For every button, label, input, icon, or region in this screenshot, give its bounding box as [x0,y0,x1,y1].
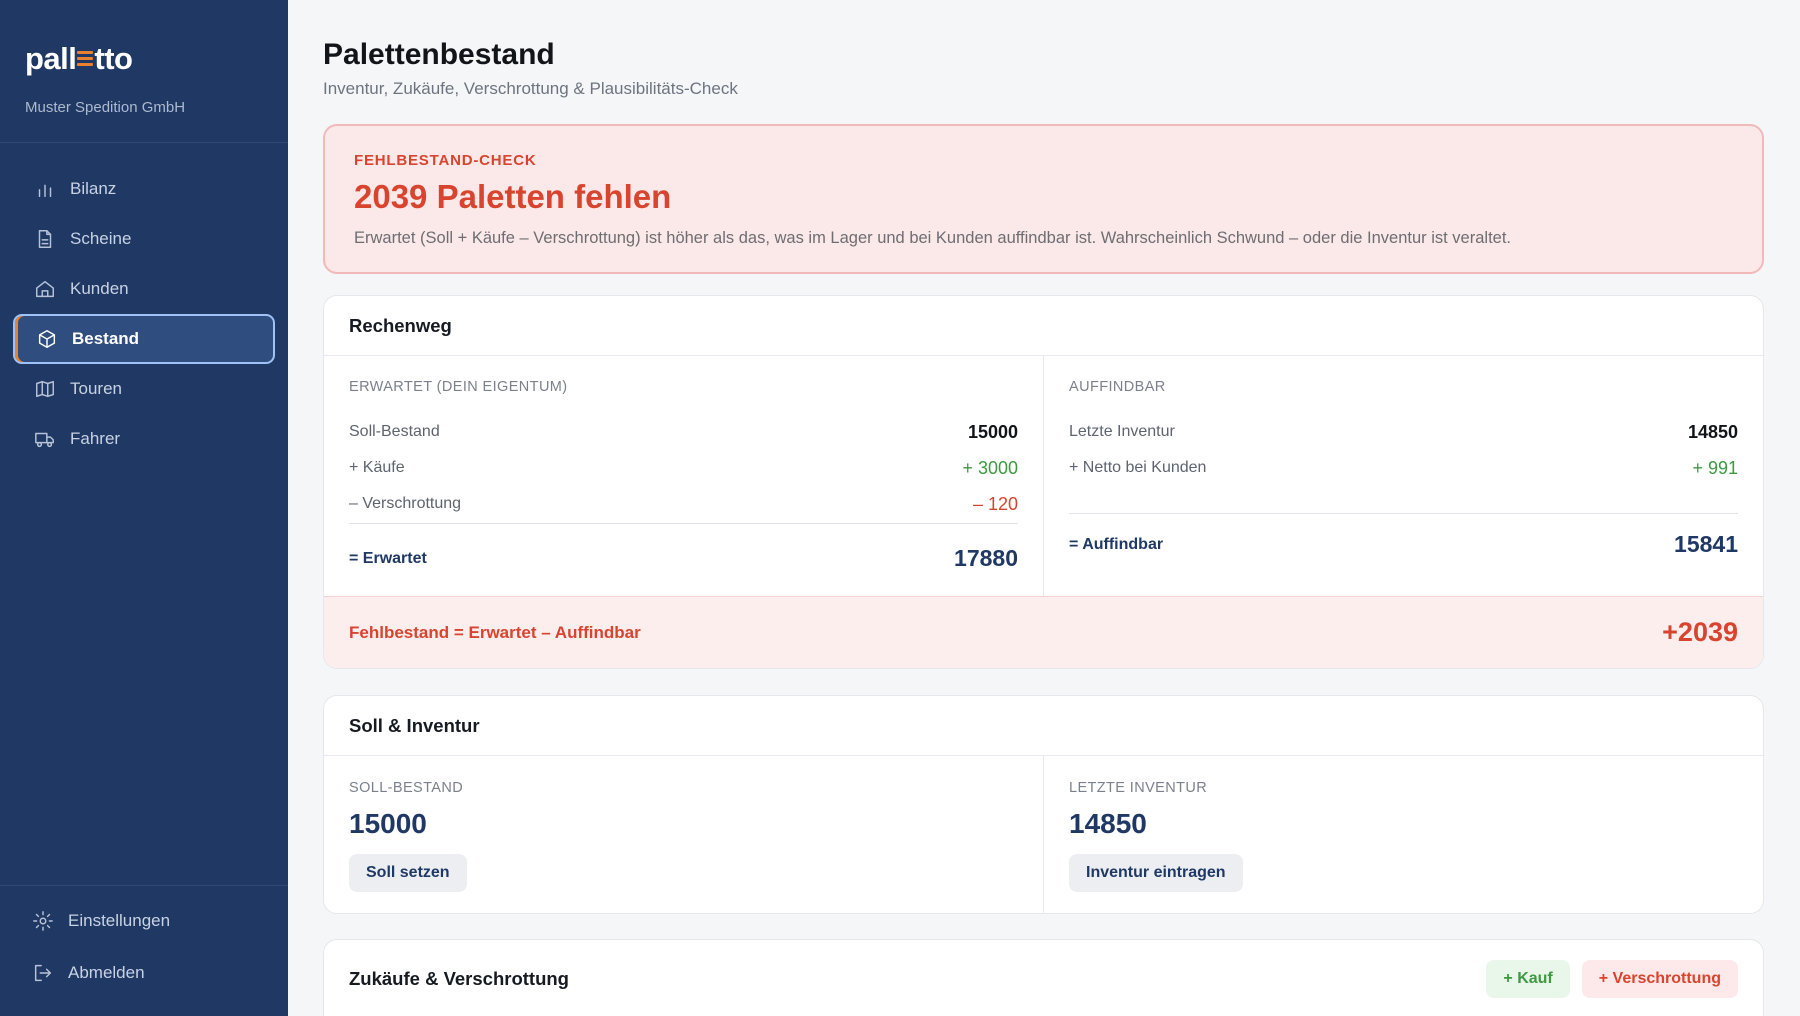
column-label: ERWARTET (DEIN EIGENTUM) [349,379,568,395]
page-title: Palettenbestand [323,38,555,71]
sidebar-item-label: Bestand [72,329,140,348]
sidebar-nav: Bilanz Scheine Kunden Bestand Touren Fah… [0,143,288,464]
card-title: Soll & Inventur [349,714,480,736]
soll-column: SOLL-BESTAND 15000 Soll setzen [324,756,1043,913]
sidebar-item-label: Scheine [70,229,132,248]
findable-column: AUFFINDBAR Letzte Inventur 14850 + Netto… [1043,356,1763,596]
sidebar-item-label: Touren [70,379,122,398]
calc-row: Soll-Bestand 15000 [349,414,1018,450]
row-value: 15000 [967,421,1018,442]
calc-row: – Verschrottung – 120 [349,486,1018,522]
page-subtitle: Inventur, Zukäufe, Verschrottung & Plaus… [323,79,738,98]
sidebar-item-label: Abmelden [68,963,145,982]
total-value: 17880 [954,545,1018,571]
logo-text-right: tto [94,41,133,76]
document-icon [34,228,56,250]
truck-icon [34,428,56,450]
sidebar-item-kunden[interactable]: Kunden [13,264,275,314]
add-purchase-button[interactable]: + Kauf [1486,960,1570,998]
expected-column: ERWARTET (DEIN EIGENTUM) Soll-Bestand 15… [324,356,1043,596]
home-icon [34,278,56,300]
logo-text-left: pall [25,41,77,76]
logout-icon [32,962,54,984]
row-value: 14850 [1687,421,1738,442]
card-title: Zukäufe & Verschrottung [349,968,569,989]
findable-total: = Auffindbar 15841 [1069,513,1738,575]
pallet-logo-icon [77,50,94,70]
column-label: AUFFINDBAR [1069,379,1166,395]
bar-chart-icon [34,178,56,200]
logout-button[interactable]: Abmelden [13,947,275,999]
card-header: Soll & Inventur [324,696,1763,756]
sidebar-item-bilanz[interactable]: Bilanz [13,164,275,214]
logo[interactable]: pall tto [25,40,263,78]
sidebar-item-fahrer[interactable]: Fahrer [13,414,275,464]
inventur-column: LETZTE INVENTUR 14850 Inventur eintragen [1043,756,1763,913]
card-title: Rechenweg [349,314,452,336]
sidebar-item-einstellungen[interactable]: Einstellungen [13,895,275,947]
calc-columns: ERWARTET (DEIN EIGENTUM) Soll-Bestand 15… [324,356,1763,596]
sidebar: pall tto Muster Spedition GmbH Bilanz Sc… [0,0,288,1016]
map-icon [34,378,56,400]
calc-row: Letzte Inventur 14850 [1069,414,1738,450]
column-label: SOLL-BESTAND [349,780,464,796]
add-scrap-button[interactable]: + Verschrottung [1581,960,1738,998]
total-value: 15841 [1674,531,1738,557]
sidebar-item-label: Bilanz [70,179,117,198]
row-label: Soll-Bestand [349,423,440,440]
card-header: Zukäufe & Verschrottung + Kauf + Verschr… [324,940,1763,1016]
soll-inventur-card: Soll & Inventur SOLL-BESTAND 15000 Soll … [323,695,1764,914]
sidebar-footer: Einstellungen Abmelden [0,885,288,1016]
card-header: Rechenweg [324,296,1763,356]
main-content: Palettenbestand Inventur, Zukäufe, Versc… [288,0,1800,1016]
row-label: – Verschrottung [349,495,462,512]
sidebar-item-bestand[interactable]: Bestand [13,314,275,364]
sidebar-item-label: Kunden [70,279,129,298]
calc-row: + Netto bei Kunden + 991 [1069,450,1738,486]
alert-text: Erwartet (Soll + Käufe – Verschrottung) … [354,229,1511,247]
card-actions: + Kauf + Verschrottung [1486,960,1738,998]
row-label: + Käufe [349,459,405,476]
row-label: Letzte Inventur [1069,423,1175,440]
sidebar-item-scheine[interactable]: Scheine [13,214,275,264]
sidebar-item-label: Einstellungen [68,911,171,930]
result-value: +2039 [1662,617,1738,647]
result-label: Fehlbestand = Erwartet – Auffindbar [349,622,641,642]
total-label: = Auffindbar [1069,535,1164,553]
alert-title: 2039 Paletten fehlen [354,178,672,215]
box-icon [36,328,58,350]
brand-area: pall tto Muster Spedition GmbH [0,0,288,143]
add-inventur-button[interactable]: Inventur eintragen [1069,854,1243,892]
rechenweg-card: Rechenweg ERWARTET (DEIN EIGENTUM) Soll-… [323,295,1764,669]
inventur-value: 14850 [1069,808,1147,839]
gear-icon [32,910,54,932]
set-soll-button[interactable]: Soll setzen [349,854,467,892]
column-label: LETZTE INVENTUR [1069,780,1208,796]
sidebar-item-label: Fahrer [70,429,121,448]
zukaeufe-card: Zukäufe & Verschrottung + Kauf + Verschr… [323,939,1764,1016]
shortage-alert: FEHLBESTAND-CHECK 2039 Paletten fehlen E… [323,124,1764,274]
total-label: = Erwartet [349,549,427,567]
soll-columns: SOLL-BESTAND 15000 Soll setzen LETZTE IN… [324,756,1763,913]
row-value: – 120 [972,493,1018,514]
company-name: Muster Spedition GmbH [25,99,186,116]
row-label: + Netto bei Kunden [1069,459,1207,476]
calc-row: + Käufe + 3000 [349,450,1018,486]
soll-value: 15000 [349,808,427,839]
shortage-result: Fehlbestand = Erwartet – Auffindbar +203… [324,596,1763,668]
row-value: + 991 [1692,457,1738,478]
expected-total: = Erwartet 17880 [349,523,1018,585]
alert-kicker: FEHLBESTAND-CHECK [354,152,537,169]
row-value: + 3000 [962,457,1018,478]
sidebar-item-touren[interactable]: Touren [13,364,275,414]
